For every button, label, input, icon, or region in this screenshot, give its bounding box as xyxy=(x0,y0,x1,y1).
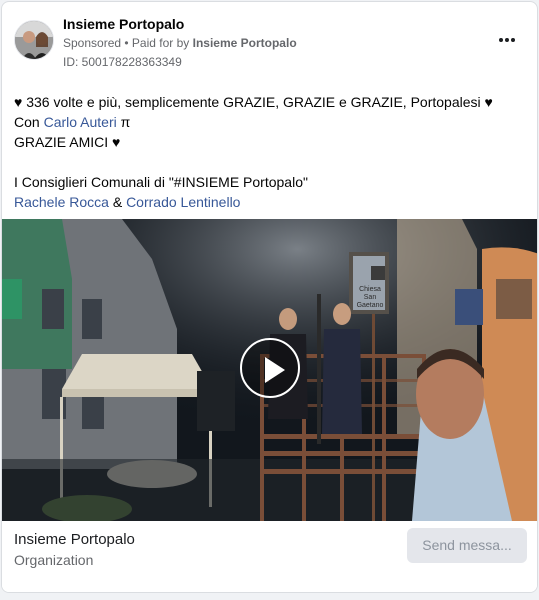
post-line: ♥ 336 volte e più, semplicemente GRAZIE,… xyxy=(14,94,493,110)
play-icon[interactable] xyxy=(240,338,300,398)
post-line-with-mentions: Rachele Rocca & Corrado Lentinello xyxy=(14,192,524,212)
paid-by-name[interactable]: Insieme Portopalo xyxy=(193,36,297,50)
ellipsis-icon xyxy=(499,38,503,42)
page-avatar[interactable] xyxy=(14,20,54,60)
ad-id: ID: 500178228363349 xyxy=(63,55,182,69)
post-line: GRAZIE AMICI ♥ xyxy=(14,134,121,150)
sponsored-line: Sponsored • Paid for by Insieme Portopal… xyxy=(63,36,297,50)
ad-footer: Insieme Portopalo Organization Send mess… xyxy=(2,521,537,592)
post-line-with-mention: Con Carlo Auteri π xyxy=(14,112,524,132)
organization-type: Organization xyxy=(14,552,94,568)
post-text-fragment: π xyxy=(116,114,131,130)
page-name[interactable]: Insieme Portopalo xyxy=(63,16,184,32)
organization-name[interactable]: Insieme Portopalo xyxy=(14,531,135,548)
post-text-fragment: & xyxy=(108,194,127,210)
ad-header: Insieme Portopalo Sponsored • Paid for b… xyxy=(2,2,537,80)
paid-for-prefix: • Paid for by xyxy=(121,36,193,50)
avatar-image xyxy=(15,21,53,59)
mention-link[interactable]: Corrado Lentinello xyxy=(126,194,240,210)
post-text-fragment: Con xyxy=(14,114,44,130)
more-options-button[interactable] xyxy=(495,30,519,50)
post-text: ♥ 336 volte e più, semplicemente GRAZIE,… xyxy=(14,92,524,212)
ad-card: Insieme Portopalo Sponsored • Paid for b… xyxy=(1,1,538,593)
send-message-button[interactable]: Send messa... xyxy=(407,528,527,563)
mention-link[interactable]: Rachele Rocca xyxy=(14,194,109,210)
post-line: I Consiglieri Comunali di "#INSIEME Port… xyxy=(14,174,308,190)
mention-link[interactable]: Carlo Auteri xyxy=(44,114,117,130)
sponsored-label: Sponsored xyxy=(63,36,122,50)
